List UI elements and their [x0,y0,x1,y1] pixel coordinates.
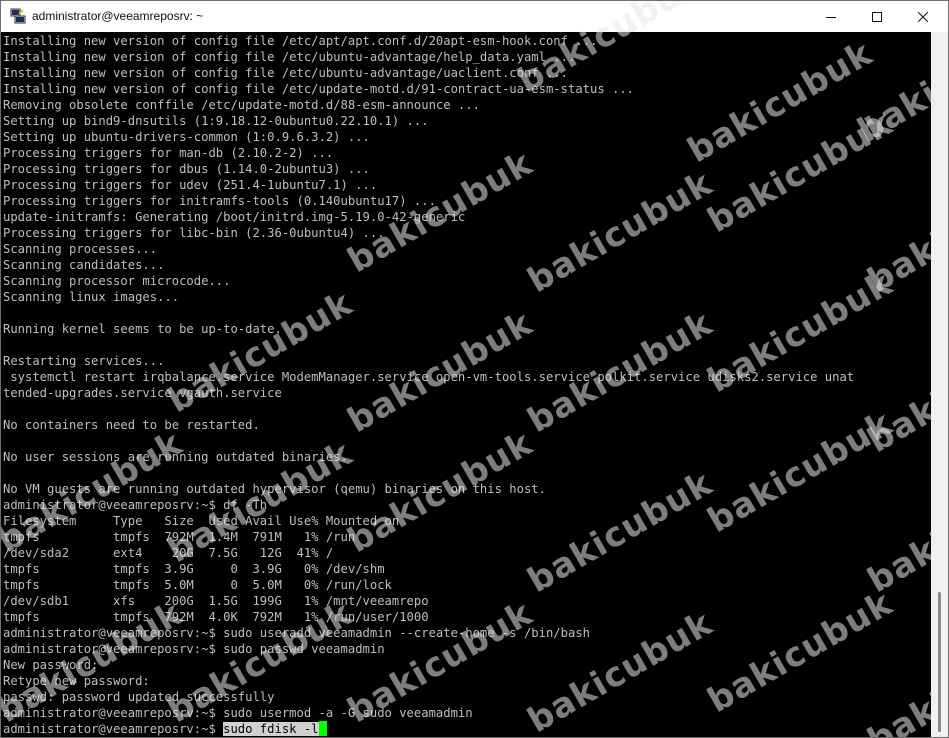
terminal-line: No user sessions are running outdated bi… [3,450,348,464]
text-cursor [318,721,327,736]
terminal-line: administrator@veeamreposrv:~$ sudo passw… [3,642,385,656]
terminal-line: Setting up ubuntu-drivers-common (1:0.9.… [3,130,370,144]
terminal-output[interactable]: Installing new version of config file /e… [1,32,931,737]
close-button[interactable] [900,1,946,32]
terminal-line: Running kernel seems to be up-to-date. [3,322,282,336]
terminal-line: tended-upgrades.service vgauth.service [3,386,282,400]
terminal-lines: Installing new version of config file /e… [3,33,854,737]
terminal-line: /dev/sdb1 xfs 200G 1.5G 199G 1% /mnt/vee… [3,594,429,608]
terminal-line: Scanning processor microcode... [3,274,231,288]
terminal-line: administrator@veeamreposrv:~$ df -Th [3,498,268,512]
scrollbar-thumb[interactable] [938,592,941,732]
maximize-icon [872,11,882,22]
minimize-icon [826,16,836,18]
terminal-line: Scanning candidates... [3,258,165,272]
terminal-line: tmpfs tmpfs 792M 1.4M 791M 1% /run [3,530,356,544]
terminal-line: tmpfs tmpfs 3.9G 0 3.9G 0% /dev/shm [3,562,385,576]
terminal-line: Scanning linux images... [3,290,180,304]
terminal-line: Installing new version of config file /e… [3,50,576,64]
terminal-line: Retype new password: [3,674,150,688]
terminal-line: Installing new version of config file /e… [3,34,598,48]
terminal-line: Processing triggers for udev (251.4-1ubu… [3,178,378,192]
terminal-line: Scanning processes... [3,242,158,256]
window-title: administrator@veeamreposrv: ~ [32,9,204,23]
terminal-line: Installing new version of config file /e… [3,66,568,80]
terminal-line: administrator@veeamreposrv:~$ sudo usera… [3,626,590,640]
terminal-line: New password: [3,658,99,672]
terminal-line: systemctl restart irqbalance.service Mod… [3,370,855,384]
terminal-line: administrator@veeamreposrv:~$ sudo userm… [3,706,473,720]
close-icon [918,11,928,22]
current-command[interactable]: sudo fdisk -l [223,722,319,736]
vertical-scrollbar[interactable] [931,32,948,737]
putty-icon[interactable] [10,8,26,24]
terminal-line: Processing triggers for dbus (1.14.0-2ub… [3,162,370,176]
maximize-button[interactable] [854,1,900,32]
title-bar[interactable]: administrator@veeamreposrv: ~ [1,1,948,32]
terminal-line: Processing triggers for initramfs-tools … [3,194,436,208]
terminal-window: administrator@veeamreposrv: ~ Installing… [0,0,949,738]
terminal-line: Installing new version of config file /e… [3,82,635,96]
terminal-line: tmpfs tmpfs 5.0M 0 5.0M 0% /run/lock [3,578,392,592]
prompt-text: administrator@veeamreposrv:~$ [3,722,224,736]
terminal-line: Restarting services... [3,354,165,368]
current-prompt-line[interactable]: administrator@veeamreposrv:~$ sudo fdisk… [3,721,854,737]
terminal-line: tmpfs tmpfs 792M 4.0K 792M 1% /run/user/… [3,610,429,624]
terminal-line: Filesystem Type Size Used Avail Use% Mou… [3,514,400,528]
minimize-button[interactable] [808,1,854,32]
terminal-line: No VM guests are running outdated hyperv… [3,482,546,496]
terminal-line: Processing triggers for libc-bin (2.36-0… [3,226,385,240]
terminal-line: Processing triggers for man-db (2.10.2-2… [3,146,334,160]
terminal-line: passwd: password updated successfully [3,690,275,704]
terminal-line: No containers need to be restarted. [3,418,260,432]
terminal-line: /dev/sda2 ext4 20G 7.5G 12G 41% / [3,546,334,560]
terminal-line: Setting up bind9-dnsutils (1:9.18.12-0ub… [3,114,429,128]
terminal-line: Removing obsolete conffile /etc/update-m… [3,98,480,112]
terminal-line: update-initramfs: Generating /boot/initr… [3,210,466,224]
